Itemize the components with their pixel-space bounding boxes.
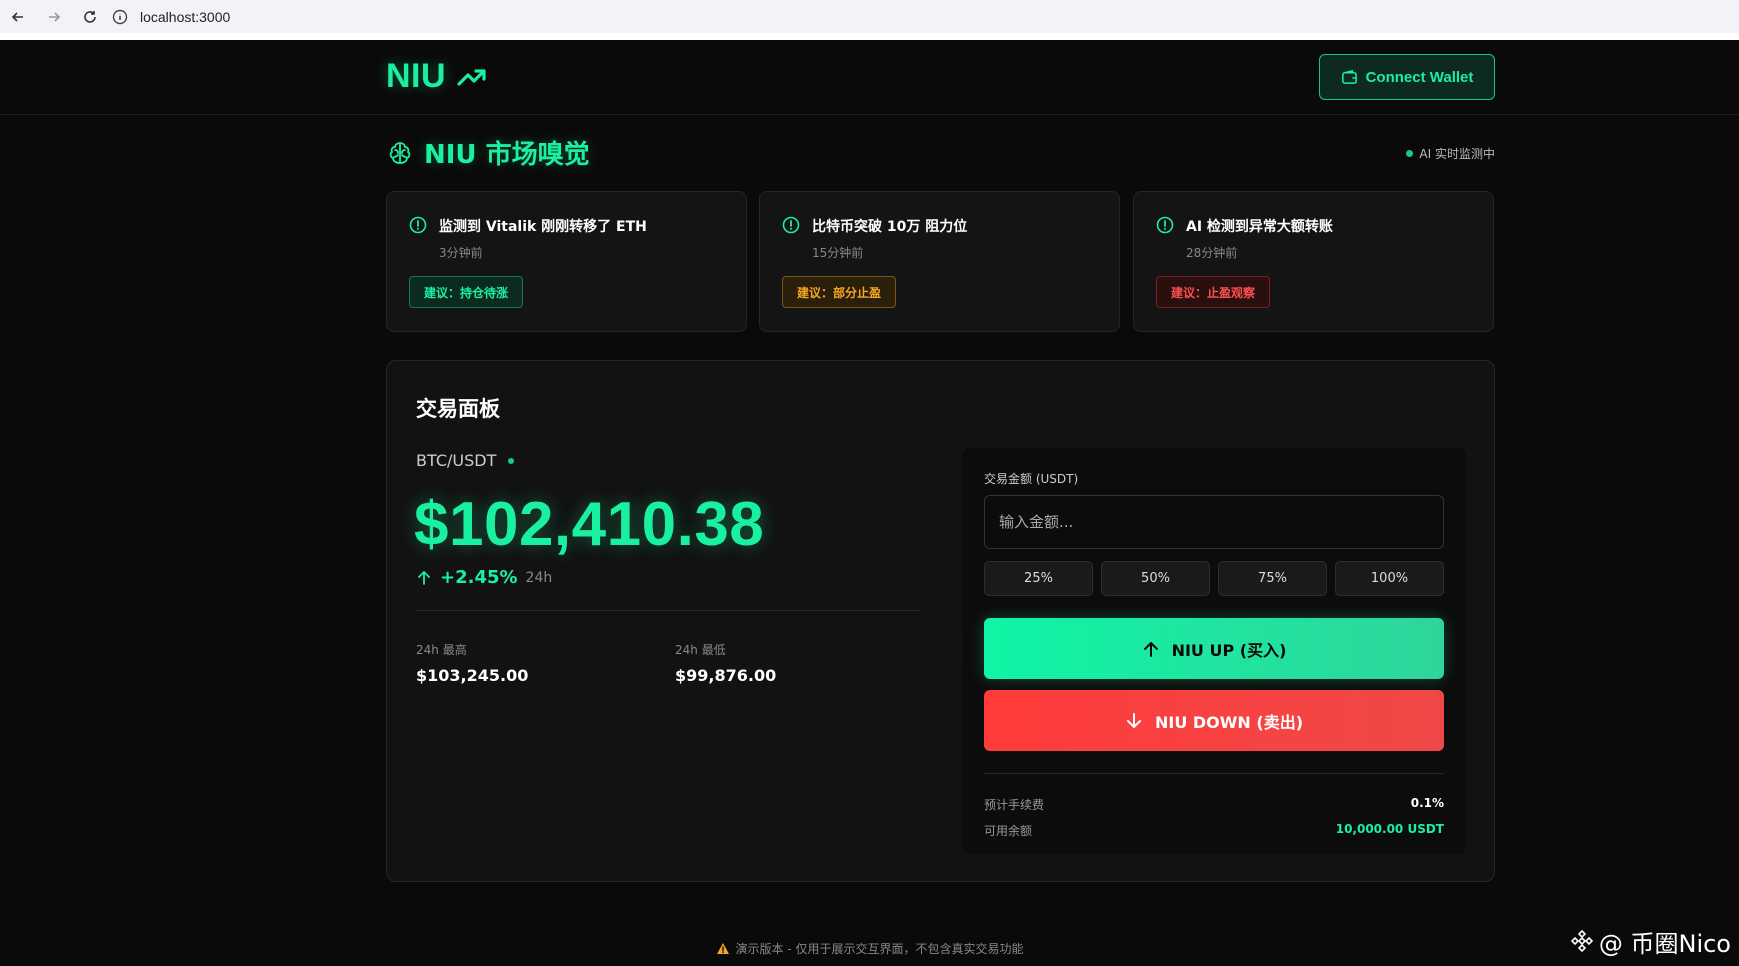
stat-low-label: 24h 最低 bbox=[675, 643, 726, 657]
balance-row: 可用余额 10,000.00 USDT bbox=[984, 822, 1444, 839]
change-percent: +2.45% bbox=[440, 567, 518, 588]
reload-button[interactable] bbox=[72, 0, 108, 33]
footer-text: 演示版本 - 仅用于展示交互界面，不包含真实交易功能 bbox=[735, 942, 1024, 956]
section-title-text: NIU 市场嗅觉 bbox=[424, 140, 590, 170]
arrow-right-icon bbox=[49, 11, 61, 22]
watermark: @ 币圈Nico bbox=[1569, 924, 1731, 959]
fee-value: 0.1% bbox=[1410, 796, 1444, 810]
fee-row: 预计手续费 0.1% bbox=[984, 796, 1444, 813]
stat-low: 24h 最低 $99,876.00 bbox=[675, 641, 776, 685]
info-icon bbox=[112, 9, 128, 24]
percent-50-button[interactable]: 50% bbox=[1101, 561, 1210, 596]
alert-title: AI 检测到异常大额转账 bbox=[1186, 219, 1333, 235]
stats-divider bbox=[416, 610, 921, 611]
alert-card[interactable]: 比特币突破 10万 阻力位 15分钟前 建议：部分止盈 bbox=[759, 191, 1120, 332]
alert-circle-icon bbox=[1156, 216, 1174, 234]
live-status: AI 实时监测中 bbox=[1406, 145, 1495, 162]
logo[interactable]: NIU bbox=[386, 57, 488, 96]
chrome-divider bbox=[0, 33, 1739, 40]
wallet-icon bbox=[1341, 69, 1357, 84]
alert-time: 3分钟前 bbox=[439, 246, 483, 260]
arrow-left-icon bbox=[11, 11, 23, 22]
app-header: NIU Connect Wallet bbox=[0, 40, 1739, 115]
brain-icon bbox=[389, 141, 411, 164]
arrow-down-icon bbox=[1126, 712, 1141, 728]
balance-value: 10,000.00 USDT bbox=[1335, 822, 1444, 836]
stat-high-label: 24h 最高 bbox=[416, 643, 467, 657]
trending-up-icon bbox=[457, 68, 486, 86]
live-dot bbox=[1406, 150, 1414, 157]
change-period: 24h bbox=[525, 569, 553, 586]
sell-button[interactable]: NIU DOWN (卖出) bbox=[984, 690, 1444, 751]
back-button[interactable] bbox=[0, 0, 36, 33]
alert-time: 15分钟前 bbox=[812, 246, 864, 260]
pair-status-dot bbox=[508, 457, 515, 464]
buy-button[interactable]: NIU UP (买入) bbox=[984, 618, 1444, 679]
stat-high: 24h 最高 $103,245.00 bbox=[416, 641, 528, 685]
amount-label: 交易金额 (USDT) bbox=[984, 472, 1079, 486]
stat-high-value: $103,245.00 bbox=[416, 666, 529, 685]
alert-card[interactable]: AI 检测到异常大额转账 28分钟前 建议：止盈观察 bbox=[1133, 191, 1494, 332]
alert-title: 比特币突破 10万 阻力位 bbox=[812, 219, 968, 235]
section-title: NIU 市场嗅觉 bbox=[386, 134, 590, 171]
browser-toolbar: localhost:3000 bbox=[0, 0, 1739, 33]
suggestion-badge: 建议：部分止盈 bbox=[782, 276, 897, 308]
live-label: AI 实时监测中 bbox=[1419, 147, 1495, 161]
balance-label: 可用余额 bbox=[984, 824, 1033, 838]
stat-low-value: $99,876.00 bbox=[675, 666, 777, 685]
fee-divider bbox=[984, 773, 1444, 774]
alert-title: 监测到 Vitalik 刚刚转移了 ETH bbox=[439, 219, 647, 235]
warning-icon bbox=[716, 942, 729, 954]
forward-button[interactable] bbox=[36, 0, 72, 33]
sell-label: NIU DOWN (卖出) bbox=[1154, 712, 1304, 732]
buy-label: NIU UP (买入) bbox=[1171, 640, 1287, 660]
percent-buttons: 25% 50% 75% 100% bbox=[984, 561, 1444, 596]
panel-title: 交易面板 bbox=[416, 397, 500, 421]
pair-label: BTC/USDT bbox=[416, 451, 497, 470]
arrow-up-icon bbox=[1143, 641, 1158, 657]
percent-75-button[interactable]: 75% bbox=[1218, 561, 1327, 596]
current-price: $102,410.38 bbox=[414, 490, 765, 559]
fee-label: 预计手续费 bbox=[984, 798, 1045, 812]
suggestion-badge: 建议：持仓待涨 bbox=[409, 276, 524, 308]
trade-form: 交易金额 (USDT) 25% 50% 75% 100% NIU UP (买入)… bbox=[962, 448, 1466, 854]
binance-logo-icon bbox=[1570, 929, 1593, 952]
watermark-text: @ 币圈Nico bbox=[1598, 930, 1731, 958]
alert-circle-icon bbox=[409, 216, 427, 234]
trading-panel: 交易面板 BTC/USDT $102,410.38 +2.45% 24h 24h… bbox=[386, 360, 1495, 882]
amount-input[interactable] bbox=[984, 495, 1444, 549]
connect-wallet-button[interactable]: Connect Wallet bbox=[1319, 54, 1495, 100]
reload-icon bbox=[84, 10, 96, 23]
logo-text: NIU bbox=[386, 57, 447, 95]
suggestion-badge: 建议：止盈观察 bbox=[1156, 276, 1271, 308]
trading-pair: BTC/USDT bbox=[416, 451, 515, 470]
alert-circle-icon bbox=[782, 216, 800, 234]
percent-25-button[interactable]: 25% bbox=[984, 561, 1093, 596]
arrow-up-icon bbox=[418, 570, 430, 585]
address-bar[interactable]: localhost:3000 bbox=[112, 3, 1712, 30]
connect-wallet-label: Connect Wallet bbox=[1365, 68, 1474, 86]
price-change: +2.45% 24h bbox=[416, 567, 552, 588]
url-text: localhost:3000 bbox=[140, 8, 231, 25]
percent-100-button[interactable]: 100% bbox=[1335, 561, 1444, 596]
footer-notice: 演示版本 - 仅用于展示交互界面，不包含真实交易功能 bbox=[0, 940, 1739, 957]
alert-card[interactable]: 监测到 Vitalik 刚刚转移了 ETH 3分钟前 建议：持仓待涨 bbox=[386, 191, 747, 332]
alert-time: 28分钟前 bbox=[1186, 246, 1238, 260]
